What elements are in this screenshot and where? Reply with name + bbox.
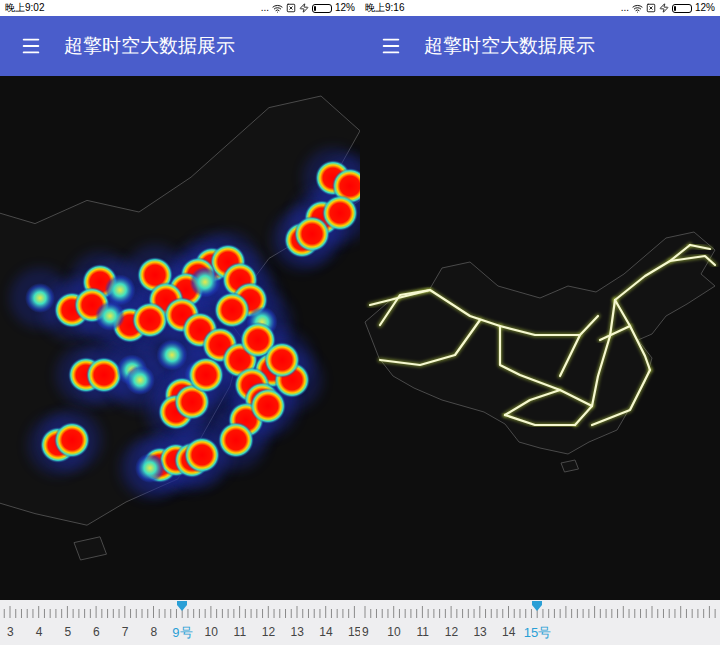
ruler-label[interactable]: 11 xyxy=(408,600,437,639)
app-bar: 超擎时空大数据展示 xyxy=(0,16,360,76)
road-glow xyxy=(615,245,690,300)
country-outline xyxy=(365,232,715,472)
sim-x-icon xyxy=(646,3,656,13)
status-bar: 晚上9:16... 12% xyxy=(360,0,720,16)
heat-spot xyxy=(250,388,286,424)
road-line xyxy=(670,256,715,265)
phone-screen: 晚上9:16... 12% 超擎时空大数据展示 9101112131415号 xyxy=(360,0,720,645)
phone-screen: 晚上9:02... 12% 超擎时空大数据展示 3456789号10111213141… xyxy=(0,0,360,645)
charging-icon xyxy=(299,3,309,13)
road-glow xyxy=(505,390,560,415)
ruler-label[interactable]: 11 xyxy=(226,600,255,639)
app-bar: 超擎时空大数据展示 xyxy=(360,16,720,76)
heat-spot xyxy=(188,357,224,393)
app: 晚上9:02...12%超擎时空大数据展示3456789号10111213141… xyxy=(0,0,720,645)
ruler-label[interactable]: 14 xyxy=(312,600,341,639)
ruler-label[interactable]: 7 xyxy=(111,600,140,639)
heat-spot xyxy=(132,302,168,338)
date-ruler[interactable]: 3456789号101112131415 xyxy=(0,600,360,645)
road-glow xyxy=(592,370,650,425)
app-title: 超擎时空大数据展示 xyxy=(64,32,235,61)
status-icons: ... 12% xyxy=(621,3,715,14)
ruler-label[interactable]: 8 xyxy=(139,600,168,639)
road-line xyxy=(380,320,480,365)
heat-spot xyxy=(184,437,220,473)
ruler-label[interactable]: 9号 xyxy=(168,600,197,639)
ruler-label[interactable]: 4 xyxy=(25,600,54,639)
status-bar: 晚上9:02... 12% xyxy=(0,0,360,16)
selected-marker-icon xyxy=(531,600,543,612)
status-more: ... xyxy=(621,3,629,13)
ruler-label[interactable]: 10 xyxy=(197,600,226,639)
heat-spot xyxy=(54,422,90,458)
road-layer xyxy=(370,245,715,425)
road-glow xyxy=(370,290,430,305)
status-more: ... xyxy=(261,3,269,13)
heat-spot xyxy=(294,216,330,252)
heatmap-chart xyxy=(0,76,360,600)
ruler-label[interactable]: 12 xyxy=(254,600,283,639)
battery-icon xyxy=(312,4,332,13)
road-line xyxy=(592,370,650,425)
ruler-label[interactable]: 13 xyxy=(283,600,312,639)
heat-spot xyxy=(95,301,125,331)
wifi-icon xyxy=(632,3,643,14)
heat-spot xyxy=(156,339,187,370)
heat-spot xyxy=(86,357,122,393)
status-time: 晚上9:02 xyxy=(5,3,44,13)
ruler-label[interactable]: 10 xyxy=(380,600,409,639)
app-title: 超擎时空大数据展示 xyxy=(424,32,595,61)
battery-percent: 12% xyxy=(695,3,715,13)
road-glow xyxy=(615,300,650,370)
heat-spot xyxy=(218,422,254,458)
road-glow xyxy=(560,316,598,376)
heat-layer xyxy=(10,148,360,498)
road-line xyxy=(600,326,630,340)
road-line xyxy=(380,290,580,335)
road-line xyxy=(560,316,598,376)
ruler-label[interactable]: 15 xyxy=(340,600,360,639)
heat-spot xyxy=(214,292,250,328)
map-area[interactable] xyxy=(0,76,360,600)
heat-spot xyxy=(125,365,155,395)
map-area[interactable] xyxy=(360,76,720,600)
date-ruler[interactable]: 9101112131415号 xyxy=(360,600,720,645)
menu-icon[interactable] xyxy=(20,35,42,57)
wifi-icon xyxy=(272,3,283,14)
battery-icon xyxy=(672,4,692,13)
charging-icon xyxy=(659,3,669,13)
heat-spot xyxy=(189,266,220,297)
status-time: 晚上9:16 xyxy=(365,3,404,13)
menu-icon[interactable] xyxy=(380,35,402,57)
road-network-chart xyxy=(360,76,720,600)
road-glow xyxy=(690,245,710,249)
status-icons: ... 12% xyxy=(261,3,355,14)
ruler-label[interactable]: 5 xyxy=(53,600,82,639)
selected-marker-icon xyxy=(176,600,188,612)
ruler-label[interactable]: 9 xyxy=(360,600,380,639)
battery-percent: 12% xyxy=(335,3,355,13)
road-line xyxy=(370,290,430,305)
road-line xyxy=(505,390,560,415)
road-line xyxy=(690,245,710,249)
road-glow xyxy=(505,415,575,425)
ruler-label[interactable]: 14 xyxy=(494,600,523,639)
road-glow xyxy=(380,320,480,365)
heat-spot xyxy=(264,342,300,378)
ruler-label[interactable]: 12 xyxy=(437,600,466,639)
road-line xyxy=(615,245,690,300)
heat-spot xyxy=(25,283,55,313)
road-line xyxy=(615,300,650,370)
ruler-label[interactable]: 6 xyxy=(82,600,111,639)
ruler-label[interactable]: 13 xyxy=(466,600,495,639)
heat-spot xyxy=(135,453,165,483)
road-line xyxy=(505,415,575,425)
ruler-label[interactable]: 3 xyxy=(0,600,25,639)
road-glow xyxy=(670,256,715,265)
sim-x-icon xyxy=(286,3,296,13)
ruler-label[interactable]: 15号 xyxy=(523,600,552,639)
road-glow xyxy=(600,326,630,340)
